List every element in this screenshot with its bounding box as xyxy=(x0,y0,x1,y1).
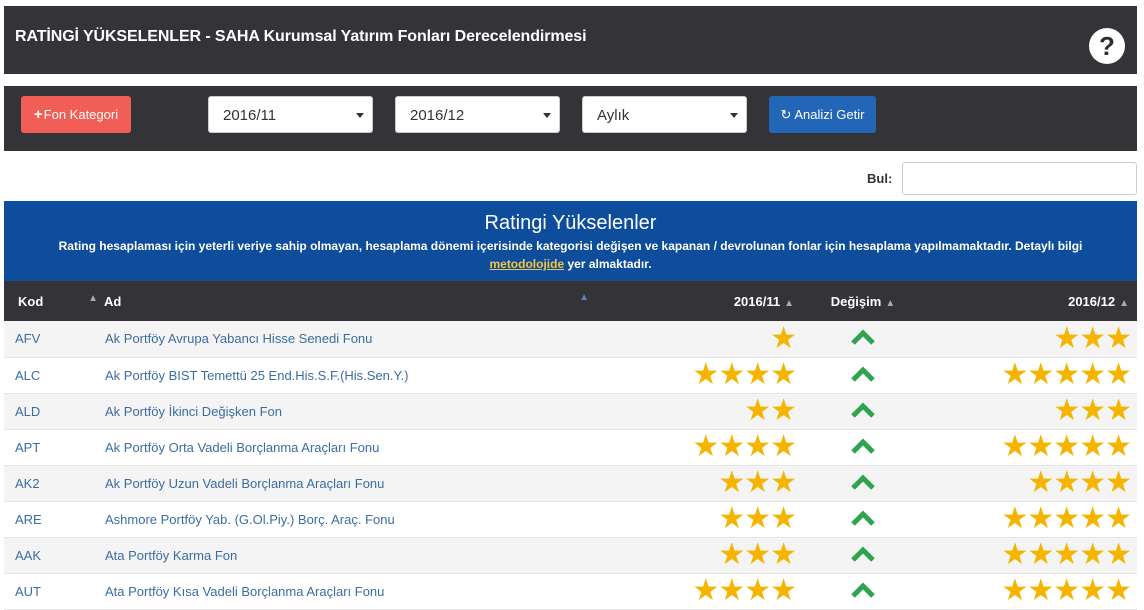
fund-category-label: Fon Kategori xyxy=(43,107,119,122)
fund-name[interactable]: Ak Portföy Avrupa Yabancı Hisse Senedi F… xyxy=(104,321,595,357)
rating-2016-12: ★★★★ xyxy=(1027,466,1132,499)
analyze-button[interactable]: ↻ Analizi Getir xyxy=(769,96,876,133)
rating-2016-12: ★★★ xyxy=(1053,394,1132,427)
methodology-link[interactable]: metodolojide xyxy=(489,257,564,271)
up-arrow-icon xyxy=(802,573,924,609)
rating-2016-11: ★★★★ xyxy=(692,430,797,463)
frequency-select[interactable]: Aylık xyxy=(582,96,747,133)
end-period-select[interactable]: 2016/12 xyxy=(395,96,560,133)
rating-2016-12: ★★★★★ xyxy=(1001,502,1132,535)
start-period-select[interactable]: 2016/11 xyxy=(208,96,373,133)
fund-category-button[interactable]: +Fon Kategori xyxy=(21,96,131,133)
fund-code[interactable]: AFV xyxy=(4,321,104,357)
fund-code[interactable]: AK2 xyxy=(4,465,104,501)
fund-name[interactable]: Ata Portföy Kısa Vadeli Borçlanma Araçla… xyxy=(104,573,595,609)
rating-2016-12: ★★★★★ xyxy=(1001,430,1132,463)
table-row[interactable]: ALC Ak Portföy BIST Temettü 25 End.His.S.… xyxy=(4,357,1137,393)
panel-description: Rating hesaplaması için yeterli veriye s… xyxy=(4,237,1137,273)
up-arrow-icon xyxy=(802,429,924,465)
panel-title: Ratingi Yükselenler xyxy=(484,212,657,234)
rating-2016-12: ★★★ xyxy=(1053,321,1132,355)
fund-name[interactable]: Ata Portföy Karma Fon xyxy=(104,537,595,573)
sort-icon: ▲ xyxy=(1119,297,1129,309)
top-bar: RATİNGİ YÜKSELENLER - SAHA Kurumsal Yatı… xyxy=(4,6,1137,74)
panel-desc-text-end: yer almaktadır. xyxy=(564,257,652,271)
analyze-label: Analizi Getir xyxy=(794,107,865,122)
up-arrow-icon xyxy=(802,393,924,429)
fund-name[interactable]: Ak Portföy Orta Vadeli Borçlanma Araçlar… xyxy=(104,429,595,465)
fund-code[interactable]: ALC xyxy=(4,357,104,393)
caret-down-icon xyxy=(730,113,738,118)
refresh-icon: ↻ xyxy=(780,107,792,122)
table-row[interactable]: APT Ak Portföy Orta Vadeli Borçlanma Araç… xyxy=(4,429,1137,465)
rating-2016-12: ★★★★★ xyxy=(1001,358,1132,391)
page-title: RATİNGİ YÜKSELENLER - SAHA Kurumsal Yatı… xyxy=(15,28,587,45)
search-input[interactable] xyxy=(902,162,1137,195)
sort-icon: ▲ xyxy=(784,297,794,309)
up-arrow-icon xyxy=(802,465,924,501)
question-icon[interactable]: ? xyxy=(1089,28,1125,64)
frequency-value: Aylık xyxy=(597,107,630,124)
start-period-value: 2016/11 xyxy=(223,107,277,124)
table-row[interactable]: ARE Ashmore Portföy Yab. (G.Ol.Piy.) Borç… xyxy=(4,501,1137,537)
rating-2016-11: ★★ xyxy=(744,394,797,427)
info-panel: Ratingi Yükselenler Rating hesaplaması i… xyxy=(4,201,1137,281)
column-header-2016-11[interactable]: 2016/11 ▲ xyxy=(595,281,802,321)
up-arrow-icon xyxy=(802,537,924,573)
column-header-change[interactable]: Değişim ▲ xyxy=(802,281,924,321)
fund-code[interactable]: AUT xyxy=(4,573,104,609)
rating-2016-11: ★★★★ xyxy=(692,358,797,391)
rating-2016-11: ★★★ xyxy=(718,502,797,535)
column-header-2016-12[interactable]: 2016/12 ▲ xyxy=(924,281,1137,321)
plus-icon: + xyxy=(33,106,43,123)
panel-desc-text: Rating hesaplaması için yeterli veriye s… xyxy=(58,239,1083,253)
table-row[interactable]: ALD Ak Portföy İkinci Değişken Fon ★★ ★★★ xyxy=(4,393,1137,429)
end-period-value: 2016/12 xyxy=(410,107,465,124)
rating-2016-11: ★★★ xyxy=(718,538,797,571)
table-header-row: Kod ▲ Ad ▲ 2016/11 ▲ Değişim ▲ 2016/12 ▲ xyxy=(4,281,1137,321)
table-row[interactable]: AUT Ata Portföy Kısa Vadeli Borçlanma Ara… xyxy=(4,573,1137,609)
column-header-name[interactable]: Ad ▲ xyxy=(104,281,595,321)
fund-code[interactable]: APT xyxy=(4,429,104,465)
caret-down-icon xyxy=(356,113,364,118)
sort-icon: ▲ xyxy=(885,297,896,309)
up-arrow-icon xyxy=(802,357,924,393)
table-row[interactable]: AFV Ak Portföy Avrupa Yabancı Hisse Sened… xyxy=(4,321,1137,357)
rating-2016-12: ★★★★★ xyxy=(1001,574,1132,607)
table-row[interactable]: AK2 Ak Portföy Uzun Vadeli Borçlanma Araç… xyxy=(4,465,1137,501)
rating-2016-11: ★ xyxy=(770,321,797,355)
fund-code[interactable]: ARE xyxy=(4,501,104,537)
filter-toolbar: +Fon Kategori 2016/11 2016/12 Aylık ↻ An… xyxy=(4,86,1137,151)
fund-name[interactable]: Ashmore Portföy Yab. (G.Ol.Piy.) Borç. A… xyxy=(104,501,595,537)
ratings-table: Kod ▲ Ad ▲ 2016/11 ▲ Değişim ▲ 2016/12 ▲ AF… xyxy=(4,281,1137,610)
up-arrow-icon xyxy=(802,501,924,537)
sort-icon: ▲ xyxy=(88,293,98,304)
fund-code[interactable]: AAK xyxy=(4,537,104,573)
table-row[interactable]: AAK Ata Portföy Karma Fon ★★★ ★★★★★ xyxy=(4,537,1137,573)
sort-asc-icon: ▲ xyxy=(579,292,589,303)
fund-name[interactable]: Ak Portföy İkinci Değişken Fon xyxy=(104,393,595,429)
column-header-code[interactable]: Kod ▲ xyxy=(4,281,104,321)
fund-code[interactable]: ALD xyxy=(4,393,104,429)
fund-name[interactable]: Ak Portföy BIST Temettü 25 End.His.S.F.(… xyxy=(104,357,595,393)
rating-2016-11: ★★★ xyxy=(718,466,797,499)
rating-2016-11: ★★★★ xyxy=(692,574,797,607)
up-arrow-icon xyxy=(802,321,924,357)
rating-2016-12: ★★★★★ xyxy=(1001,538,1132,571)
fund-name[interactable]: Ak Portföy Uzun Vadeli Borçlanma Araçlar… xyxy=(104,465,595,501)
search-label: Bul: xyxy=(867,171,893,186)
caret-down-icon xyxy=(543,113,551,118)
